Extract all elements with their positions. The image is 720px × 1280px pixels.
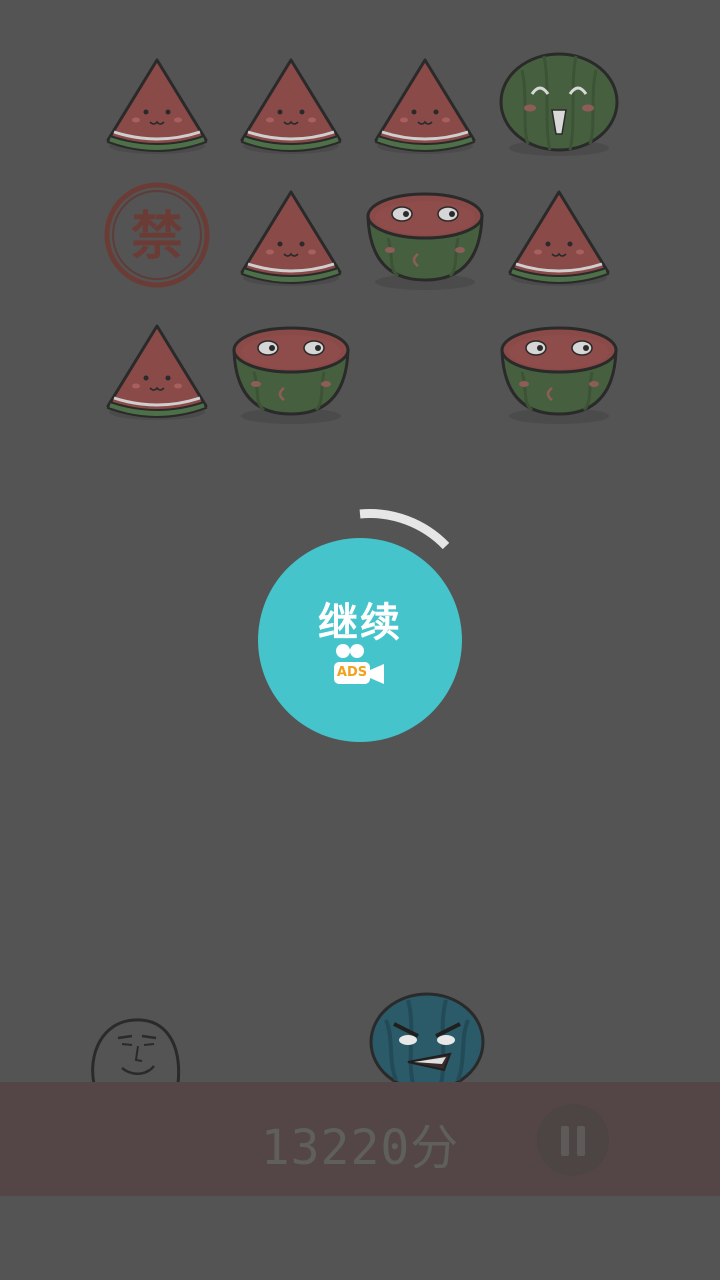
board-piece-half-icon xyxy=(492,302,626,436)
score-text: 13220分 xyxy=(260,1120,460,1176)
score-bar: 13220分 xyxy=(0,1082,720,1196)
svg-text:禁: 禁 xyxy=(131,207,183,267)
board-piece-whole-happy-icon xyxy=(492,36,626,170)
forbidden-seal-icon: 禁 xyxy=(90,168,224,302)
empty-cell xyxy=(358,302,492,436)
board-piece-slice-icon xyxy=(224,168,358,302)
pause-icon xyxy=(561,1126,569,1156)
angry-watermelon-icon xyxy=(369,992,485,1090)
watermelon-board: 禁 xyxy=(0,0,720,460)
board-piece-slice-icon xyxy=(90,36,224,170)
board-piece-half-icon xyxy=(358,168,492,302)
board-piece-slice-icon xyxy=(224,36,358,170)
ads-label: ADS xyxy=(334,662,370,684)
board-piece-slice-icon xyxy=(358,36,492,170)
video-camera-icon: ADS xyxy=(332,642,388,686)
board-piece-half-icon xyxy=(224,302,358,436)
board-piece-slice-icon xyxy=(90,302,224,436)
continue-label: 继续 xyxy=(318,600,402,646)
board-piece-slice-icon xyxy=(492,168,626,302)
continue-button[interactable]: 继续 ADS xyxy=(258,538,462,742)
meme-face-icon xyxy=(91,1018,181,1085)
pause-button[interactable] xyxy=(537,1104,609,1176)
